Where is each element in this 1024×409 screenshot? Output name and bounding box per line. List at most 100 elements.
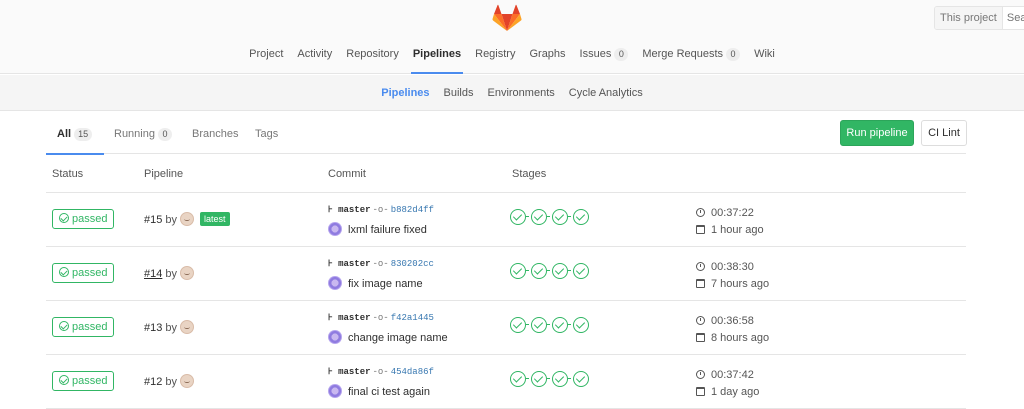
branch-name[interactable]: master: [338, 367, 370, 377]
subnav-builds[interactable]: Builds: [437, 75, 481, 110]
stage-passed-icon[interactable]: [531, 209, 547, 225]
stage-connector: [568, 270, 571, 271]
user-avatar[interactable]: [179, 320, 194, 334]
author-avatar[interactable]: [328, 222, 342, 236]
commit-title[interactable]: fix image name: [348, 278, 423, 290]
run-pipeline-button[interactable]: Run pipeline: [840, 120, 914, 146]
gitlab-logo-icon[interactable]: [492, 4, 522, 32]
table-row: passed #12 by ⊦ master -o- 454da86f final c…: [46, 355, 966, 409]
stage-passed-icon[interactable]: [531, 317, 547, 333]
tab-running-count: 0: [157, 128, 172, 141]
branch-name[interactable]: master: [338, 313, 370, 323]
commit-sha-link[interactable]: 830202cc: [391, 259, 434, 269]
stage-connector: [568, 324, 571, 325]
user-avatar[interactable]: [179, 374, 194, 388]
commit-title[interactable]: lxml failure fixed: [348, 224, 427, 236]
commit-sha-link[interactable]: b882d4ff: [391, 205, 434, 215]
nav-graphs[interactable]: Graphs: [522, 40, 572, 74]
branch-name[interactable]: master: [338, 205, 370, 215]
stage-passed-icon[interactable]: [510, 371, 526, 387]
status-badge[interactable]: passed: [52, 371, 115, 391]
stage-passed-icon[interactable]: [510, 317, 526, 333]
stage-passed-icon[interactable]: [510, 209, 526, 225]
pipeline-timing: 00:36:58 8 hours ago: [696, 313, 769, 347]
header-status: Status: [52, 168, 84, 180]
check-circle-icon: [59, 213, 69, 223]
commit-sha-link[interactable]: f42a1445: [391, 313, 434, 323]
status-badge[interactable]: passed: [52, 209, 115, 229]
subnav-pipelines[interactable]: Pipelines: [374, 75, 436, 110]
user-avatar[interactable]: [179, 212, 194, 226]
author-avatar[interactable]: [328, 276, 342, 290]
duration: 00:36:58: [711, 315, 754, 327]
top-header: This project Project Activity Repository…: [0, 0, 1024, 74]
tab-tags[interactable]: Tags: [255, 120, 278, 154]
stage-passed-icon[interactable]: [573, 317, 589, 333]
pipeline-timing: 00:38:30 7 hours ago: [696, 259, 769, 293]
stage-passed-icon[interactable]: [552, 263, 568, 279]
finished-ago: 8 hours ago: [711, 332, 770, 344]
ci-lint-button[interactable]: CI Lint: [921, 120, 967, 146]
nav-registry[interactable]: Registry: [468, 40, 522, 74]
branch-icon: ⊦: [328, 259, 339, 269]
stage-connector: [547, 324, 550, 325]
tab-branches[interactable]: Branches: [192, 120, 238, 154]
stage-passed-icon[interactable]: [531, 371, 547, 387]
nav-activity-label: Activity: [297, 48, 333, 60]
commit-icon: -o-: [372, 205, 389, 215]
author-avatar[interactable]: [328, 330, 342, 344]
commit-ref: ⊦ master -o-f42a1445: [328, 313, 434, 323]
status-badge[interactable]: passed: [52, 263, 115, 283]
pipeline-info: #13 by: [144, 320, 194, 334]
nav-project[interactable]: Project: [242, 40, 290, 74]
stage-passed-icon[interactable]: [573, 209, 589, 225]
tab-all[interactable]: All 15: [46, 120, 104, 155]
stage-passed-icon[interactable]: [510, 263, 526, 279]
stage-connector: [526, 324, 529, 325]
tab-all-count: 15: [74, 128, 93, 141]
branch-name[interactable]: master: [338, 259, 370, 269]
pipeline-id-link[interactable]: #15: [144, 214, 162, 226]
search-input[interactable]: [1002, 12, 1024, 24]
commit-sha-link[interactable]: 454da86f: [391, 367, 434, 377]
nav-wiki[interactable]: Wiki: [747, 40, 782, 74]
commit-title[interactable]: change image name: [348, 332, 448, 344]
calendar-icon: [696, 279, 705, 288]
branch-icon: ⊦: [328, 313, 339, 323]
branch-icon: ⊦: [328, 367, 339, 377]
timer-icon: [696, 370, 705, 379]
search-scope-label[interactable]: This project: [935, 7, 1003, 29]
stages-list: [510, 371, 591, 390]
stage-passed-icon[interactable]: [573, 263, 589, 279]
user-avatar[interactable]: [179, 266, 194, 280]
stage-passed-icon[interactable]: [552, 209, 568, 225]
header-commit: Commit: [328, 168, 366, 180]
stage-connector: [568, 216, 571, 217]
nav-activity[interactable]: Activity: [290, 40, 339, 74]
nav-issues[interactable]: Issues 0: [573, 40, 636, 74]
status-text: passed: [72, 213, 108, 225]
nav-merge-requests[interactable]: Merge Requests 0: [635, 40, 747, 74]
subnav-environments[interactable]: Environments: [481, 75, 562, 110]
stage-passed-icon[interactable]: [552, 317, 568, 333]
commit-title[interactable]: final ci test again: [348, 386, 430, 398]
pipeline-id-link[interactable]: #12: [144, 376, 162, 388]
search-box[interactable]: This project: [934, 6, 1024, 30]
stage-passed-icon[interactable]: [573, 371, 589, 387]
commit-message: lxml failure fixed: [328, 222, 427, 236]
stage-connector: [547, 378, 550, 379]
stage-passed-icon[interactable]: [552, 371, 568, 387]
pipeline-info: #14 by: [144, 266, 194, 280]
subnav-cycle-analytics[interactable]: Cycle Analytics: [562, 75, 650, 110]
status-badge[interactable]: passed: [52, 317, 115, 337]
author-avatar[interactable]: [328, 384, 342, 398]
tab-running[interactable]: Running 0: [114, 120, 172, 154]
pipeline-by: by: [165, 214, 177, 226]
stage-passed-icon[interactable]: [531, 263, 547, 279]
pipeline-id-link[interactable]: #13: [144, 322, 162, 334]
pipeline-id-link[interactable]: #14: [144, 268, 162, 280]
finished-ago: 1 hour ago: [711, 224, 764, 236]
nav-repository[interactable]: Repository: [339, 40, 406, 74]
commit-message: change image name: [328, 330, 448, 344]
nav-pipelines[interactable]: Pipelines: [406, 40, 468, 74]
